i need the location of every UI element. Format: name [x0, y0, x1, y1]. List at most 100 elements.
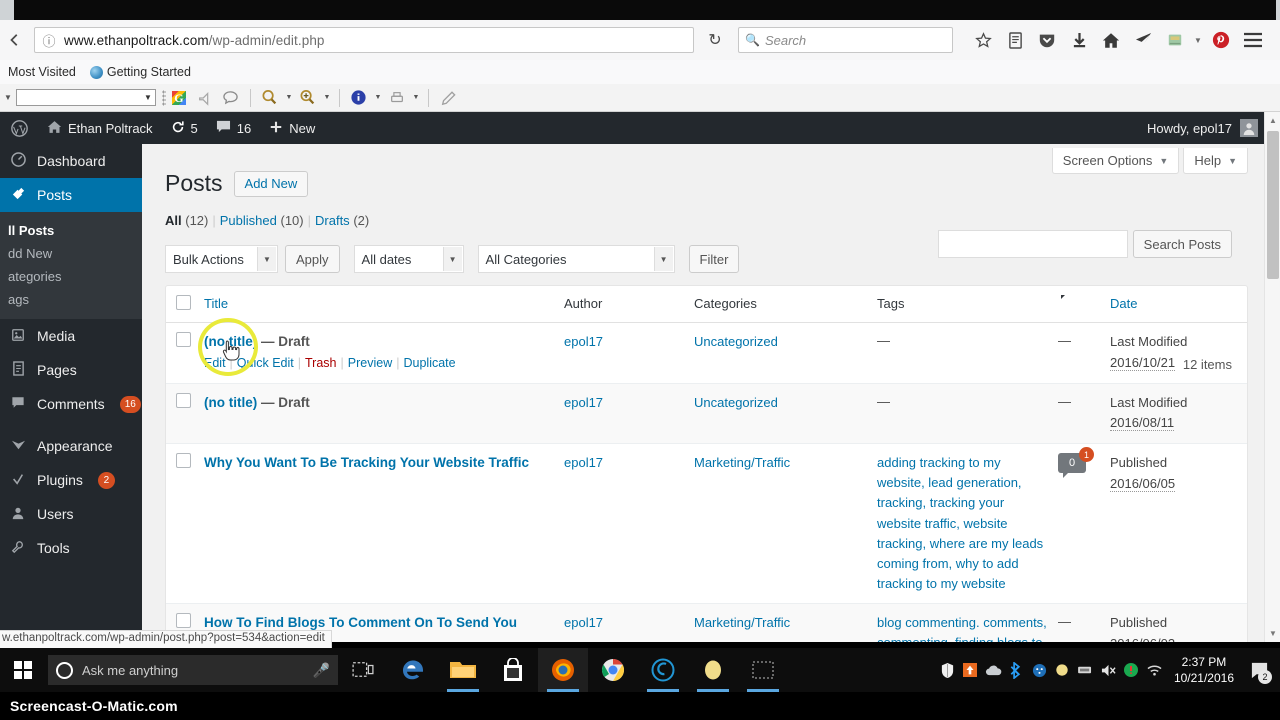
google-icon[interactable]: G [166, 87, 192, 109]
action-preview[interactable]: Preview [348, 356, 392, 370]
home-icon[interactable] [1095, 26, 1127, 54]
zoom-out-caret-icon[interactable]: ▼ [283, 94, 295, 101]
category-link[interactable]: Marketing/Traffic [694, 615, 790, 630]
action-trash[interactable]: Trash [305, 356, 337, 370]
taskbar-chrome[interactable] [588, 648, 638, 692]
bookmark-most-visited[interactable]: Most Visited [4, 64, 80, 80]
update-icon[interactable] [959, 648, 982, 692]
zoom-in-caret-icon[interactable]: ▼ [321, 94, 333, 101]
back-button[interactable] [2, 27, 28, 53]
print-caret-icon[interactable]: ▼ [410, 94, 422, 101]
addon-icon[interactable] [1159, 26, 1191, 54]
search-input[interactable] [937, 230, 1128, 258]
bookmark-star-icon[interactable] [967, 26, 999, 54]
post-title-link[interactable]: (no title) — Draft [204, 332, 556, 352]
bluetooth-icon[interactable] [1005, 648, 1028, 692]
scroll-up-arrow-icon[interactable]: ▲ [1265, 112, 1280, 129]
cortana-search-box[interactable]: Ask me anything 🎤 [48, 655, 338, 685]
reading-list-icon[interactable] [999, 26, 1031, 54]
security-icon[interactable] [936, 648, 959, 692]
hamburger-menu-icon[interactable] [1237, 26, 1269, 54]
info-caret-icon[interactable]: ▼ [372, 94, 384, 101]
scrollbar-thumb[interactable] [1267, 131, 1279, 279]
reload-icon[interactable]: ↻ [700, 27, 730, 53]
row-checkbox[interactable] [176, 613, 191, 629]
row-checkbox[interactable] [176, 392, 191, 408]
scroll-down-arrow-icon[interactable]: ▼ [1265, 625, 1280, 642]
category-link[interactable]: Marketing/Traffic [694, 455, 790, 470]
site-info-icon[interactable]: ⓘ [38, 29, 60, 51]
taskbar-store[interactable] [488, 648, 538, 692]
highlighter-icon[interactable] [435, 87, 461, 109]
settings-icon[interactable] [1028, 648, 1051, 692]
wp-logo-menu[interactable] [0, 112, 38, 144]
site-name-menu[interactable]: Ethan Poltrack [38, 112, 162, 144]
avg-icon[interactable] [1120, 648, 1143, 692]
moon-tray-icon[interactable] [1051, 648, 1074, 692]
row-checkbox[interactable] [176, 453, 191, 469]
zoom-out-icon[interactable] [257, 87, 283, 109]
tags-value[interactable]: blog commenting. comments, commenting, f… [877, 615, 1047, 642]
new-content-menu[interactable]: New [260, 112, 324, 144]
author-link[interactable]: epol17 [564, 455, 603, 470]
bookmark-getting-started[interactable]: Getting Started [86, 64, 195, 80]
comment-count-bubble[interactable]: 0 1 [1058, 447, 1094, 479]
info-icon[interactable] [346, 87, 372, 109]
url-bar[interactable]: ⓘ www.ethanpoltrack.com/wp-admin/edit.ph… [34, 27, 694, 53]
post-title-link[interactable]: Why You Want To Be Tracking Your Website… [204, 453, 556, 473]
print-icon[interactable] [384, 87, 410, 109]
category-link[interactable]: Uncategorized [694, 334, 778, 349]
filter-button[interactable]: Filter [688, 245, 740, 273]
status-filter-published[interactable]: Published (10) [220, 213, 304, 228]
category-filter-select[interactable]: All Categories ▼ [477, 245, 675, 273]
select-all-checkbox[interactable] [176, 295, 191, 310]
sidebar-item-posts[interactable]: Posts [0, 178, 142, 212]
sidebar-item-dashboard[interactable]: Dashboard [0, 144, 142, 178]
taskbar-firefox[interactable] [538, 648, 588, 692]
action-duplicate[interactable]: Duplicate [403, 356, 455, 370]
account-menu[interactable]: Howdy, epol17 [1147, 119, 1264, 137]
status-label[interactable]: Published [220, 213, 277, 228]
row-checkbox[interactable] [176, 332, 191, 347]
sidebar-item-pages[interactable]: Pages [0, 353, 142, 387]
help-button[interactable]: Help ▼ [1183, 148, 1248, 174]
screen-options-button[interactable]: Screen Options ▼ [1051, 148, 1180, 174]
task-view-button[interactable] [338, 648, 388, 692]
sidebar-subitem-add-new[interactable]: dd New [0, 242, 142, 265]
category-link[interactable]: Uncategorized [694, 395, 778, 410]
sidebar-subitem-all-posts[interactable]: ll Posts [0, 219, 142, 242]
sidebar-subitem-categories[interactable]: ategories [0, 265, 142, 288]
table-row[interactable]: (no title) — Draft Edit|Quick Edit|Trash… [166, 383, 1247, 445]
status-filter-all[interactable]: All (12) [165, 213, 208, 228]
start-button[interactable] [0, 648, 46, 692]
taskbar-moon-app[interactable] [688, 648, 738, 692]
column-title[interactable]: Title [204, 286, 564, 322]
toolbar-search-combo[interactable]: ▼ [15, 89, 156, 106]
sidebar-item-media[interactable]: Media [0, 319, 142, 353]
sidebar-item-users[interactable]: Users [0, 497, 142, 531]
taskbar-clock[interactable]: 2:37 PM 10/21/2016 [1166, 654, 1244, 686]
search-bar[interactable]: 🔍 Search [738, 27, 953, 53]
table-row[interactable]: Why You Want To Be Tracking Your Website… [166, 444, 1247, 605]
status-label[interactable]: Drafts [315, 213, 350, 228]
comments-menu[interactable]: 16 [207, 112, 260, 144]
apply-button[interactable]: Apply [285, 245, 340, 273]
page-scrollbar[interactable]: ▲ ▼ [1264, 112, 1280, 642]
volume-muted-icon[interactable] [1097, 648, 1120, 692]
sidebar-item-plugins[interactable]: Plugins 2 [0, 463, 142, 497]
action-center-button[interactable]: 2 [1244, 648, 1274, 692]
sidebar-item-tools[interactable]: Tools [0, 531, 142, 565]
status-filter-drafts[interactable]: Drafts (2) [315, 213, 369, 228]
date-filter-select[interactable]: All dates ▼ [353, 245, 464, 273]
microphone-icon[interactable]: 🎤 [313, 662, 330, 679]
cloud-icon[interactable] [982, 648, 1005, 692]
sidebar-item-appearance[interactable]: Appearance [0, 429, 142, 463]
author-link[interactable]: epol17 [564, 334, 603, 349]
sidebar-item-comments[interactable]: Comments 16 [0, 387, 142, 421]
taskbar-ccleaner[interactable] [638, 648, 688, 692]
bulk-actions-select[interactable]: Bulk Actions ▼ [165, 245, 278, 273]
search-posts-button[interactable]: Search Posts [1132, 230, 1232, 258]
addon-dropdown-caret-icon[interactable]: ▼ [1191, 26, 1205, 54]
pocket-icon[interactable] [1031, 26, 1063, 54]
author-link[interactable]: epol17 [564, 395, 603, 410]
